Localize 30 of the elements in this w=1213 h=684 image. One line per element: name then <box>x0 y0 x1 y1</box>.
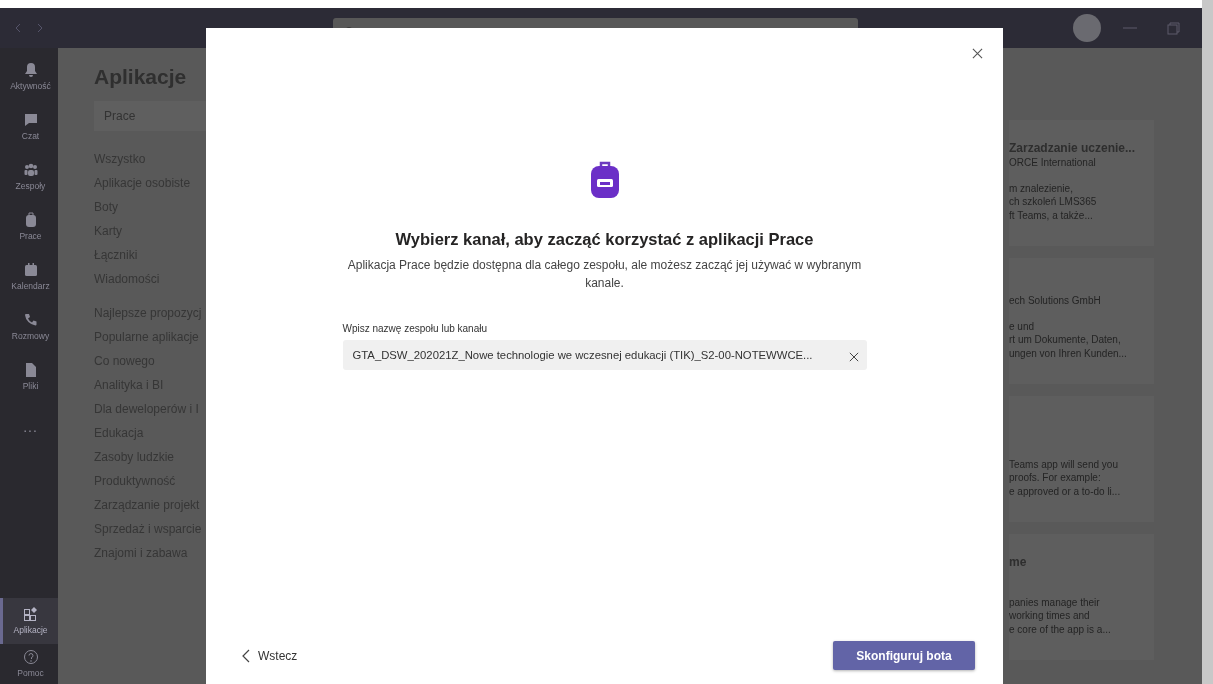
chevron-left-icon <box>242 648 250 663</box>
channel-field[interactable]: GTA_DSW_202021Z_Nowe technologie we wczesnej edukacji (TIK)_S2-00-NOTEWWCE... <box>342 340 867 370</box>
rail-item[interactable]: Pliki <box>0 352 58 402</box>
rail-item[interactable]: Aktywność <box>0 52 58 102</box>
scrollbar[interactable] <box>1202 0 1213 684</box>
dialog-description: Aplikacja Prace będzie dostępna dla całego zespołu, ale możesz zacząć jej używać w wybranym kanale. <box>346 256 863 293</box>
rail-item[interactable]: Czat <box>0 102 58 152</box>
people-icon <box>22 161 39 178</box>
rail-item[interactable]: ... <box>0 402 58 452</box>
restore-icon[interactable] <box>1167 21 1180 35</box>
calendar-icon <box>22 261 39 278</box>
card-publisher: ORCE International <box>1009 156 1097 170</box>
configure-button[interactable]: Skonfiguruj bota <box>833 641 975 670</box>
rail-item[interactable]: Kalendarz <box>0 252 58 302</box>
avatar[interactable] <box>1073 14 1101 42</box>
field-label: Wpisz nazwę zespołu lub kanału <box>342 322 489 336</box>
rail-item[interactable]: Rozmowy <box>0 302 58 352</box>
rail-item[interactable]: Aplikacje <box>0 598 58 644</box>
chat-icon <box>22 111 39 128</box>
dialog-title: Wybierz kanał, aby zacząć korzystać z aplikacji Prace <box>395 230 814 250</box>
phone-icon <box>22 311 39 328</box>
rail-item[interactable]: Zespoły <box>0 152 58 202</box>
rail-item[interactable]: Prace <box>0 202 58 252</box>
close-button[interactable] <box>972 48 983 59</box>
card-publisher: ech Solutions GmbH <box>1009 294 1102 308</box>
bell-icon <box>22 61 39 78</box>
help-icon <box>22 648 39 665</box>
back-button[interactable]: Wstecz <box>242 646 298 665</box>
apps-icon <box>22 605 39 622</box>
rail-item[interactable]: Pomoc <box>0 644 58 684</box>
